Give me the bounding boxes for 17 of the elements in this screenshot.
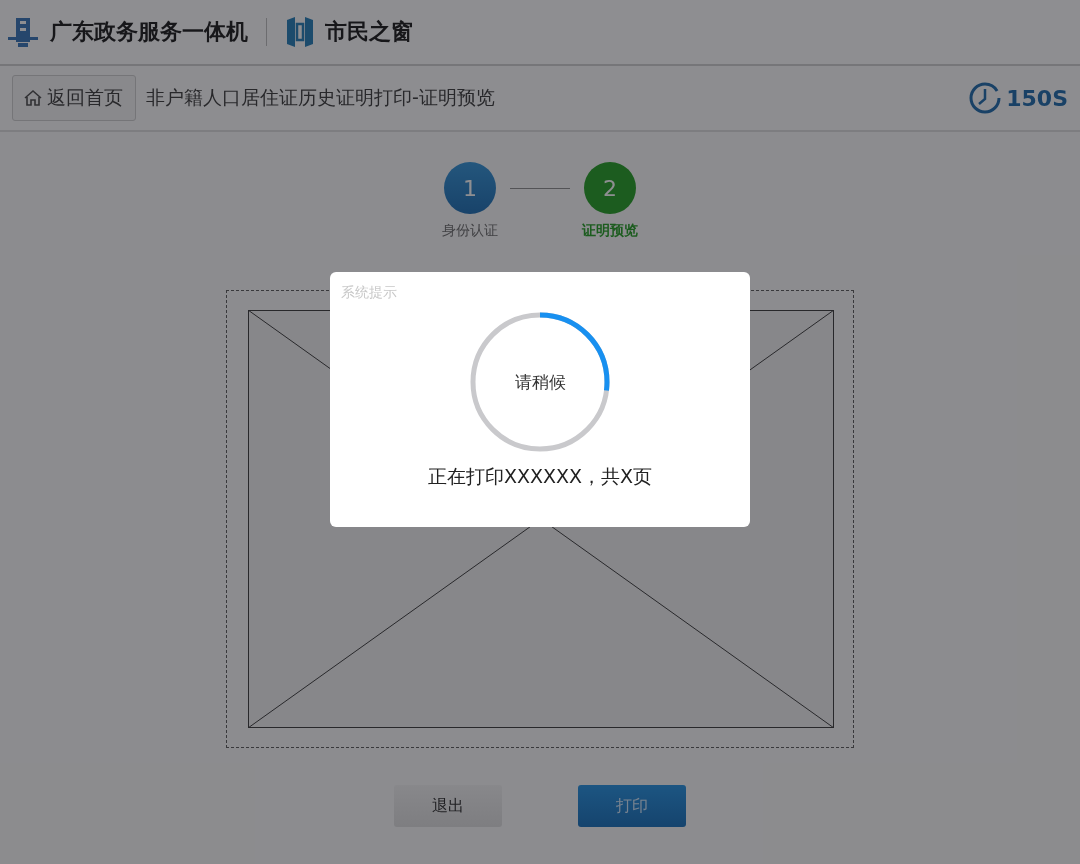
loading-text: 请稍候 <box>514 370 566 394</box>
countdown-timer: 150S <box>1006 85 1068 111</box>
step-label: 身份认证 <box>442 222 498 240</box>
step-label: 证明预览 <box>582 222 638 240</box>
logo-icon <box>6 15 40 49</box>
clock-icon <box>968 81 1003 115</box>
home-icon <box>23 88 43 108</box>
page-title: 非户籍人口居住证历史证明打印-证明预览 <box>146 85 496 110</box>
print-status-message: 正在打印XXXXXX，共X页 <box>427 464 653 489</box>
app-title: 广东政务服务一体机 <box>50 18 248 46</box>
print-button[interactable]: 打印 <box>578 785 686 827</box>
brand-title: 市民之窗 <box>325 18 413 46</box>
home-button[interactable]: 返回首页 <box>12 75 136 121</box>
step-number: 1 <box>444 162 496 214</box>
window-logo-icon <box>285 15 315 49</box>
exit-button[interactable]: 退出 <box>394 785 502 827</box>
step-number: 2 <box>584 162 636 214</box>
